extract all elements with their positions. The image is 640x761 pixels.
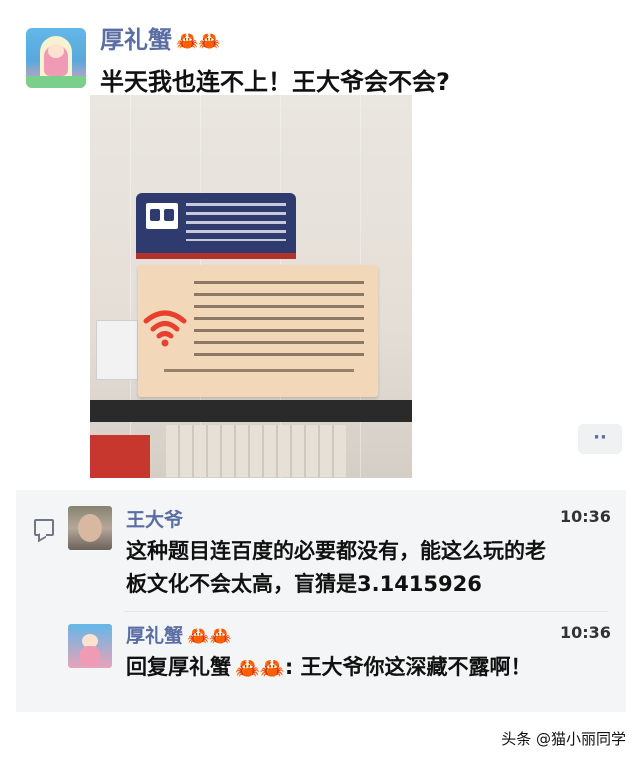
sign-handwriting-bottom — [164, 369, 354, 372]
crab-emoji-icon: 🦀🦀 — [176, 30, 221, 52]
comment-text-line: 板文化不会太高，盲猜是3.1415926 — [126, 572, 482, 596]
comment-icon — [34, 519, 54, 536]
author-avatar[interactable] — [26, 28, 86, 88]
wifi-icon — [143, 310, 187, 347]
reply-avatar[interactable] — [68, 624, 112, 668]
crab-emoji-icon: 🦀🦀 — [187, 626, 232, 647]
sign-handwriting-rows — [194, 281, 364, 359]
dark-shelf — [90, 400, 412, 422]
reply-prefix: 回复厚礼蟹 — [126, 655, 231, 679]
valuables-sign — [136, 193, 296, 259]
avatar-body — [80, 646, 100, 666]
wifi-password-sign — [138, 265, 378, 397]
post-photo[interactable] — [90, 95, 412, 478]
sign-text-lines — [186, 203, 286, 241]
light-switch — [96, 320, 138, 380]
reply-time: 10:36 — [560, 623, 611, 642]
reply-text: 回复厚礼蟹 🦀🦀: 王大爷你这深藏不露啊！ — [126, 651, 616, 685]
avatar-face — [48, 44, 64, 58]
red-bag — [90, 435, 150, 478]
comment-time: 10:36 — [560, 507, 611, 526]
commenter-name[interactable]: 王大爷 — [126, 505, 183, 532]
reply-name[interactable]: 厚礼蟹 🦀🦀 — [126, 621, 232, 648]
radiator — [166, 425, 346, 477]
commenter-avatar[interactable] — [68, 506, 112, 550]
reply-name-text: 厚礼蟹 — [126, 625, 184, 647]
watermark: 头条 @猫小丽同学 — [501, 730, 626, 748]
luggage-icon — [146, 203, 178, 229]
reply-body: : 王大爷你这深藏不露啊！ — [284, 655, 532, 679]
author-name-text: 厚礼蟹 — [100, 26, 172, 54]
post-card: 厚礼蟹 🦀🦀 半天我也连不上！王大爷会不会? ·· — [0, 0, 640, 490]
sign-red-strip — [136, 253, 296, 259]
comment-divider — [124, 611, 608, 612]
author-name[interactable]: 厚礼蟹 🦀🦀 — [100, 20, 221, 55]
comment-text: 这种题目连百度的必要都没有，能这么玩的老 板文化不会太高，盲猜是3.141592… — [126, 535, 616, 601]
crab-emoji-icon: 🦀🦀 — [235, 655, 285, 680]
more-options-button[interactable]: ·· — [578, 424, 622, 454]
avatar-head — [78, 514, 102, 542]
comment-text-line: 这种题目连百度的必要都没有，能这么玩的老 — [126, 539, 546, 563]
avatar-grass — [26, 76, 86, 88]
post-text: 半天我也连不上！王大爷会不会? — [100, 68, 450, 96]
